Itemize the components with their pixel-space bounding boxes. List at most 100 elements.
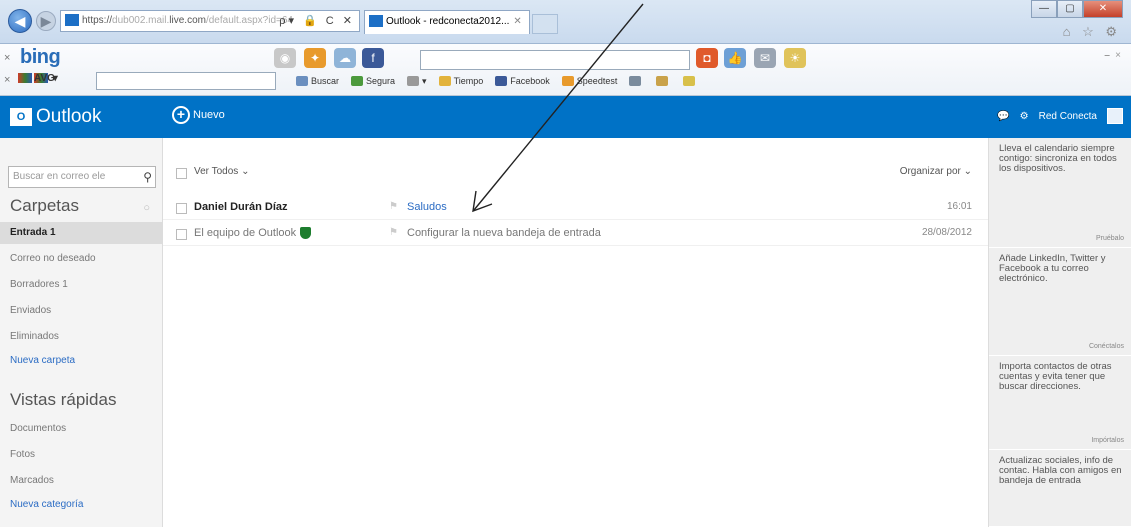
sidebar-item-inbox[interactable]: Entrada 1 bbox=[0, 222, 163, 244]
toolbar-sun-icon[interactable]: ☀ bbox=[784, 48, 806, 68]
toolbar-app-icon[interactable]: ◉ bbox=[274, 48, 296, 68]
question-icon bbox=[656, 76, 669, 86]
sidebar-item-sent[interactable]: Enviados bbox=[0, 300, 163, 322]
new-message-button[interactable]: + Nuevo bbox=[172, 106, 225, 124]
sort-by-dropdown[interactable]: Organizar por ⌄ bbox=[900, 166, 972, 177]
message-sender-name: El equipo de Outlook bbox=[194, 227, 297, 239]
flag-icon[interactable]: ⚑ bbox=[389, 201, 398, 212]
buscar-label: Buscar bbox=[311, 76, 340, 86]
row-checkbox[interactable] bbox=[176, 203, 187, 214]
outlook-logo-icon: O bbox=[10, 108, 32, 126]
bing-logo: bing bbox=[20, 46, 61, 68]
avg-logo[interactable]: AVG ▾ bbox=[18, 73, 58, 84]
folder-sidebar: Buscar en correo ele ⚲ Carpetas ○ Entrad… bbox=[0, 138, 163, 527]
message-subject: Configurar la nueva bandeja de entrada bbox=[407, 227, 601, 239]
avatar[interactable] bbox=[1107, 108, 1123, 124]
like-icon[interactable]: 👍 bbox=[724, 48, 746, 68]
facebook-icon[interactable]: f bbox=[362, 48, 384, 68]
address-bar[interactable]: https://dub002.mail.live.com/default.asp… bbox=[60, 10, 360, 32]
search-input[interactable]: Buscar en correo ele ⚲ bbox=[8, 166, 156, 188]
search-icon[interactable]: ⚲ bbox=[143, 167, 152, 187]
promo-updates[interactable]: Actualizac sociales, info de contac. Hab… bbox=[989, 450, 1131, 527]
facebook-button[interactable]: Facebook bbox=[495, 76, 550, 86]
avg-search-input[interactable] bbox=[96, 72, 276, 90]
table-row[interactable]: Daniel Durán Díaz ⚑ Saludos 16:01 bbox=[163, 196, 988, 220]
shield-green-icon bbox=[351, 76, 364, 86]
promo-action-link[interactable]: Impórtalos bbox=[1091, 437, 1124, 444]
promo-social[interactable]: Añade LinkedIn, Twitter y Facebook a tu … bbox=[989, 248, 1131, 356]
speedtest-button[interactable]: Speedtest bbox=[561, 76, 618, 86]
home-favorites-settings-icons[interactable]: ⌂ ☆ ⚙ bbox=[1063, 24, 1121, 40]
message-date: 28/08/2012 bbox=[921, 227, 972, 238]
refresh-icon[interactable]: ○ bbox=[143, 202, 150, 214]
smiley-button[interactable] bbox=[683, 76, 698, 86]
outlook-logo[interactable]: O Outlook bbox=[10, 106, 101, 128]
new-folder-link[interactable]: Nueva carpeta bbox=[0, 350, 163, 372]
address-host: https:// bbox=[82, 15, 113, 26]
toolbar-games-icon[interactable]: ✦ bbox=[304, 48, 326, 68]
sidebar-item-documents[interactable]: Documentos bbox=[0, 418, 163, 440]
promo-text: Lleva el calendario siempre contigo: sin… bbox=[999, 143, 1117, 174]
toolbar-chat-icon[interactable]: ✉ bbox=[754, 48, 776, 68]
grid-menu-button[interactable]: ▾ bbox=[407, 76, 427, 87]
messenger-icon[interactable]: 💬 bbox=[997, 111, 1009, 122]
tiempo-button[interactable]: Tiempo bbox=[438, 76, 484, 86]
maximize-button[interactable]: ▢ bbox=[1057, 0, 1083, 18]
back-button[interactable]: ◀ bbox=[8, 9, 32, 33]
select-all-checkbox[interactable] bbox=[176, 168, 187, 179]
quick-views-title: Vistas rápidas bbox=[10, 390, 117, 409]
toolbar-office-icon[interactable]: ◘ bbox=[696, 48, 718, 68]
speedtest-label: Speedtest bbox=[576, 76, 618, 86]
minimize-button[interactable]: — bbox=[1031, 0, 1057, 18]
new-category-link[interactable]: Nueva categoría bbox=[0, 494, 163, 516]
flag-icon[interactable]: ⚑ bbox=[389, 227, 398, 238]
message-subject: Saludos bbox=[407, 201, 447, 213]
close-window-button[interactable]: ✕ bbox=[1083, 0, 1123, 18]
verified-shield-icon bbox=[300, 227, 312, 240]
sidebar-item-photos[interactable]: Fotos bbox=[0, 444, 163, 466]
calendar-icon bbox=[629, 76, 642, 86]
sidebar-item-junk[interactable]: Correo no deseado bbox=[0, 248, 163, 270]
sidebar-item-drafts[interactable]: Borradores 1 bbox=[0, 274, 163, 296]
promo-import[interactable]: Importa contactos de otras cuentas y evi… bbox=[989, 356, 1131, 450]
toolbar-weather-icon[interactable]: ☁ bbox=[334, 48, 356, 68]
row-checkbox[interactable] bbox=[176, 229, 187, 240]
gear-icon[interactable]: ⚙ bbox=[1020, 111, 1029, 122]
tab-title: Outlook - redconecta2012... bbox=[386, 16, 510, 27]
outlook-tab-favicon-icon bbox=[369, 15, 383, 28]
bing-toolbar: × bing × AVG ▾ ◉ ✦ ☁ f ◘ 👍 ✉ ☀ Buscar Se… bbox=[0, 44, 1131, 96]
tiempo-label: Tiempo bbox=[453, 76, 484, 86]
segura-button[interactable]: Segura bbox=[351, 76, 395, 86]
window-controls: — ▢ ✕ bbox=[1031, 0, 1123, 18]
address-subdomain: dub002.mail. bbox=[112, 15, 170, 26]
message-date: 16:01 bbox=[946, 201, 972, 212]
view-all-filter[interactable]: Ver Todos ⌄ bbox=[194, 166, 249, 177]
account-name[interactable]: Red Conecta bbox=[1039, 111, 1097, 122]
forward-button[interactable]: ▶ bbox=[36, 11, 56, 31]
help-button[interactable] bbox=[656, 76, 671, 86]
plus-icon: + bbox=[172, 106, 190, 124]
facebook-small-icon bbox=[495, 76, 508, 86]
tab-close-icon[interactable]: ✕ bbox=[513, 16, 521, 27]
table-row[interactable]: El equipo de Outlook ⚑ Configurar la nue… bbox=[163, 222, 988, 246]
promo-action-link[interactable]: Pruébalo bbox=[1096, 235, 1124, 242]
toolbar-close-right[interactable]: ⎯ × bbox=[1105, 50, 1121, 61]
sidebar-item-flagged[interactable]: Marcados bbox=[0, 470, 163, 492]
close-bing-toolbar-icon[interactable]: × bbox=[4, 52, 10, 64]
new-message-label: Nuevo bbox=[193, 109, 225, 121]
close-avg-toolbar-icon[interactable]: × bbox=[4, 74, 10, 86]
avg-logo-icon bbox=[18, 73, 32, 84]
tab-outlook[interactable]: Outlook - redconecta2012... ✕ bbox=[364, 10, 530, 34]
address-tools-icons[interactable]: ρ▾ 🔒 C ✕ bbox=[279, 11, 355, 31]
browser-titlebar: ◀ ▶ https://dub002.mail.live.com/default… bbox=[0, 0, 1131, 44]
sidebar-item-deleted[interactable]: Eliminados bbox=[0, 326, 163, 348]
new-tab-button[interactable] bbox=[532, 14, 558, 34]
promo-action-link[interactable]: Conéctalos bbox=[1089, 343, 1124, 350]
screenshot-root: ◀ ▶ https://dub002.mail.live.com/default… bbox=[0, 0, 1131, 527]
bing-search-input[interactable] bbox=[420, 50, 690, 70]
buscar-button[interactable]: Buscar bbox=[296, 76, 339, 86]
promo-calendar[interactable]: Lleva el calendario siempre contigo: sin… bbox=[989, 138, 1131, 248]
avg-toolbar-links: Buscar Segura ▾ Tiempo Facebook Speedtes… bbox=[296, 72, 710, 90]
calendar-button[interactable] bbox=[629, 76, 644, 86]
smiley-icon bbox=[683, 76, 696, 86]
